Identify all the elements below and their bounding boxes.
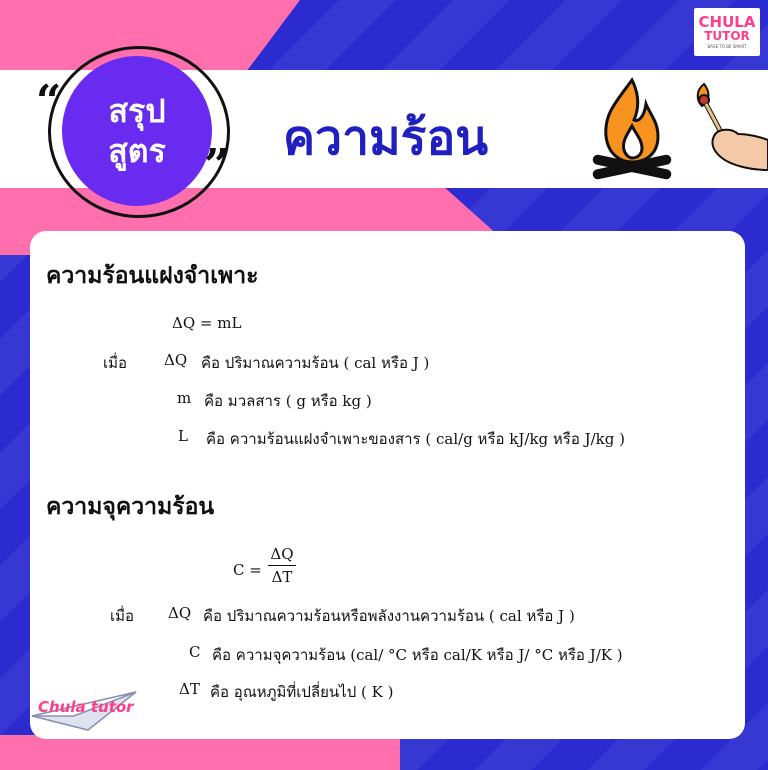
fraction-denominator: ΔT (271, 568, 293, 586)
logo-line2: TUTOR (704, 29, 750, 44)
badge-line2: สูตร (108, 132, 166, 170)
background-pink-bottom (0, 735, 400, 770)
where-label-2: เมื่อ (110, 607, 135, 625)
section-title-heat-capacity: ความจุความร้อน (46, 494, 215, 520)
section-title-latent-heat: ความร้อนแฝงจำเพาะ (46, 263, 259, 289)
definition-delta-t: คือ อุณหภูมิที่เปลี่ยนไป ( K ) (210, 683, 394, 701)
symbol-delta-q: ΔQ (164, 351, 188, 369)
corner-logo-text: Chula tutor (38, 698, 135, 716)
fraction-numerator: ΔQ (270, 545, 294, 563)
campfire-icon (592, 77, 672, 180)
logo-tagline: BASE TO BE SMART (707, 43, 747, 49)
definition-delta-q: คือ ปริมาณความร้อน ( cal หรือ J ) (201, 354, 430, 372)
logo-line1: CHULA (698, 13, 756, 32)
summary-badge: สรุป สูตร (62, 56, 212, 206)
quote-close-mark: ” (204, 140, 230, 191)
definition-l: คือ ความร้อนแฝงจำเพาะของสาร ( cal/g หรือ… (206, 430, 625, 448)
where-label: เมื่อ (103, 354, 128, 372)
symbol-m: m (177, 389, 192, 407)
definition-delta-q-2: คือ ปริมาณความร้อนหรือพลังงานความร้อน ( … (203, 607, 575, 625)
page-title: ความร้อน (283, 110, 489, 166)
badge-line1: สรุป (108, 92, 166, 130)
fraction-bar (268, 565, 296, 566)
symbol-delta-t: ΔT (179, 680, 200, 698)
symbol-c: C (189, 643, 201, 661)
paper-plane-logo: Chula tutor (31, 691, 137, 731)
symbol-delta-q-2: ΔQ (168, 604, 192, 622)
symbol-l: L (178, 427, 188, 445)
heat-capacity-fraction: ΔQ ΔT (268, 545, 296, 586)
hand-holding-match-icon (696, 82, 768, 172)
chula-tutor-logo: CHULA TUTOR BASE TO BE SMART (694, 8, 760, 56)
quote-open-mark: “ (36, 76, 62, 127)
definition-m: คือ มวลสาร ( g หรือ kg ) (204, 392, 372, 410)
latent-heat-formula: ΔQ = mL (172, 314, 242, 332)
definition-c: คือ ความจุความร้อน (cal/ °C หรือ cal/K ห… (212, 646, 623, 664)
heat-capacity-formula-lhs: C = (233, 561, 262, 579)
